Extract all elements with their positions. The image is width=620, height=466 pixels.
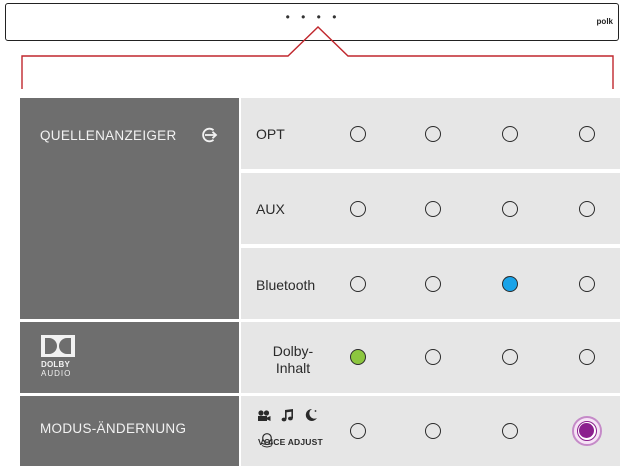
- led-mode-2: [425, 423, 441, 439]
- led-opt-2: [425, 126, 441, 142]
- led-mode-3: [502, 423, 518, 439]
- dolby-logo-subtext: AUDIO: [41, 369, 72, 378]
- led-dolby-3: [502, 349, 518, 365]
- led-aux-1: [350, 201, 366, 217]
- led-opt-3: [502, 126, 518, 142]
- movie-camera-icon: [258, 410, 271, 421]
- row-label-dolby: Dolby- Inhalt: [256, 343, 330, 377]
- source-indicator-panel: QUELLENANZEIGER: [20, 98, 239, 319]
- row-label-dolby-line2: Inhalt: [275, 360, 311, 376]
- led-aux-2: [425, 201, 441, 217]
- voice-adjust-text: VOICE ADJUST: [258, 437, 323, 447]
- dolby-logo-icon: [41, 335, 75, 357]
- row-label-opt: OPT: [256, 126, 285, 142]
- led-opt-4: [579, 126, 595, 142]
- mode-change-panel: MODUS-ÄNDERNUNG: [20, 396, 239, 466]
- led-bluetooth-3-blue: [502, 276, 518, 292]
- led-bluetooth-4: [579, 276, 595, 292]
- led-dolby-1-green: [350, 349, 366, 365]
- row-label-bluetooth: Bluetooth: [256, 277, 316, 293]
- led-aux-3: [502, 201, 518, 217]
- source-indicator-label: QUELLENANZEIGER: [40, 128, 177, 143]
- row-label-aux: AUX: [256, 201, 285, 217]
- led-dolby-4: [579, 349, 595, 365]
- led-mode-4-purple: [579, 423, 594, 438]
- led-bluetooth-1: [350, 276, 366, 292]
- music-note-icon: [281, 409, 293, 422]
- input-arrow-icon: [202, 127, 218, 143]
- row-label-dolby-line1: Dolby-: [272, 343, 314, 359]
- moon-icon: [305, 408, 317, 421]
- led-dolby-2: [425, 349, 441, 365]
- led-bluetooth-2: [425, 276, 441, 292]
- dolby-audio-panel: DOLBY AUDIO: [20, 322, 239, 393]
- mode-change-label: MODUS-ÄNDERNUNG: [40, 421, 187, 436]
- led-mode-4-pulse-halo: [572, 416, 602, 446]
- led-opt-1: [350, 126, 366, 142]
- dolby-logo-text: DOLBY: [41, 360, 70, 369]
- callout-pointer: [21, 26, 614, 89]
- led-mode-1: [350, 423, 366, 439]
- led-mode-4-pulse-ring: [577, 421, 597, 441]
- led-aux-4: [579, 201, 595, 217]
